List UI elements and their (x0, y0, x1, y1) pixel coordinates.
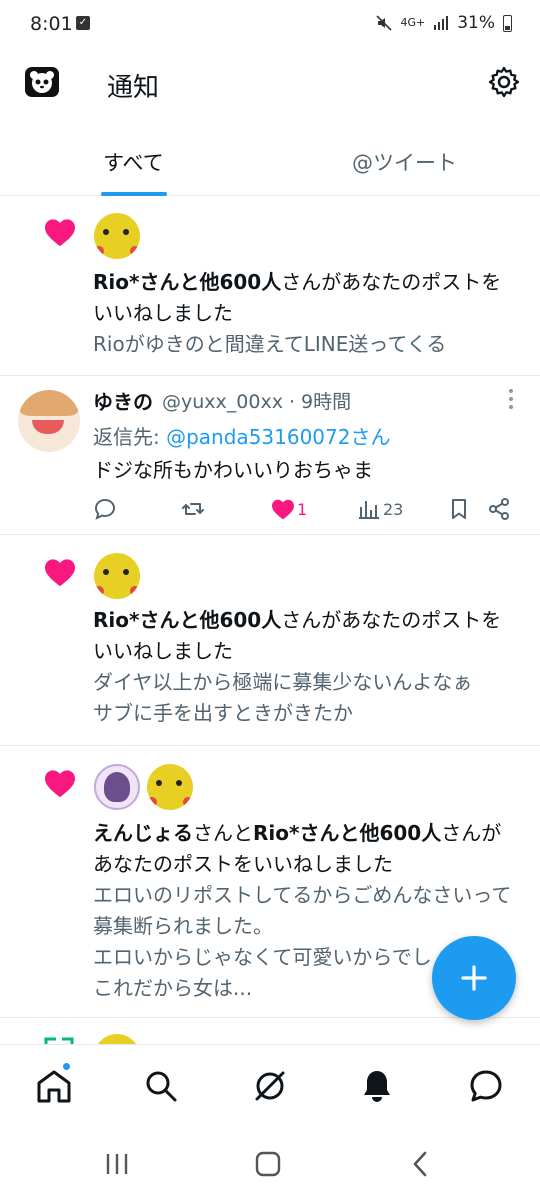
actor-names[interactable]: Rio*さんと他600人 (93, 270, 281, 294)
avatar[interactable] (94, 213, 140, 259)
status-indicators: 4G+ 31% (376, 13, 512, 33)
battery-percent: 31% (457, 13, 495, 33)
heart-icon (45, 219, 75, 247)
plus-icon (461, 965, 487, 991)
home-button-icon[interactable] (254, 1150, 282, 1178)
notification-text: Rio*さんと他600人さんがあなたのポストをいいねしました (93, 267, 513, 329)
panda-app-logo-icon[interactable] (25, 67, 59, 97)
back-icon[interactable] (407, 1150, 435, 1178)
new-posts-dot (62, 1062, 71, 1071)
page-title: 通知 (107, 73, 160, 103)
bookmark-button[interactable] (447, 494, 471, 524)
notification-text: Rio*さんと他600人さんがあなたのポストをいいねしました (93, 605, 513, 667)
active-tab-indicator (101, 192, 167, 196)
bookmark-icon (452, 499, 466, 519)
more-options-icon[interactable] (508, 388, 514, 410)
post-preview: Rioがゆきのと間違えてLINE送ってくる (93, 332, 447, 356)
notification-text: えんじょるさんとRio*さんと他600人さんがあなたのポストをいいねしました (93, 818, 513, 880)
like-button[interactable]: 1 (271, 494, 307, 524)
checkbox-notification-icon: ✓ (76, 16, 90, 30)
reply-button[interactable] (93, 494, 117, 524)
views-button[interactable]: 23 (357, 494, 403, 524)
reply-prefix: 返信先: (93, 425, 167, 449)
battery-icon (503, 14, 512, 32)
actor-names[interactable]: Rio*さんと他600人 (93, 608, 281, 632)
retweet-icon (44, 1037, 74, 1044)
tweet-actions: 1 23 (93, 494, 518, 524)
heart-filled-icon (272, 499, 294, 520)
network-label: 4G+ (400, 16, 426, 29)
compose-button[interactable] (432, 936, 516, 1020)
tweet-handle-time: @yuxx_00xx · 9時間 (162, 391, 352, 413)
home-icon[interactable] (35, 1067, 73, 1105)
bottom-nav (0, 1044, 540, 1126)
heart-icon (45, 559, 75, 587)
retweet-button[interactable] (181, 494, 205, 524)
partial-notification (0, 1018, 540, 1044)
search-icon[interactable] (142, 1067, 180, 1105)
notification-connector: さんと (193, 821, 253, 845)
avatar (94, 1034, 140, 1044)
tweet-text: ドジな所もかわいいりおちゃま (93, 458, 373, 482)
share-button[interactable] (487, 494, 511, 524)
bell-icon[interactable] (358, 1067, 396, 1105)
avatar[interactable] (94, 553, 140, 599)
system-nav-bar (0, 1126, 540, 1199)
actor-names[interactable]: Rio*さんと他600人 (253, 821, 441, 845)
reply-mention-link[interactable]: @panda53160072さん (166, 425, 390, 449)
retweet-icon (182, 503, 204, 515)
view-count: 23 (383, 499, 404, 519)
avatar[interactable] (18, 390, 80, 452)
heart-icon (45, 770, 75, 798)
notification-tabs: すべて @ツイート (0, 135, 540, 196)
recent-apps-icon[interactable] (103, 1150, 131, 1178)
reply-tweet[interactable]: ゆきの @yuxx_00xx · 9時間 返信先: @panda53160072… (0, 376, 540, 535)
like-notification[interactable]: Rio*さんと他600人さんがあなたのポストをいいねしました ダイヤ以上から極端… (0, 535, 540, 746)
share-icon (489, 498, 509, 520)
mute-icon (376, 15, 393, 31)
status-time: 8:01 (30, 13, 73, 35)
reply-icon (94, 498, 116, 520)
avatar[interactable] (147, 764, 193, 810)
grok-icon[interactable] (251, 1067, 289, 1105)
bar-chart-icon (359, 501, 379, 519)
header: 通知 (0, 50, 540, 120)
like-count: 1 (297, 499, 308, 519)
tweet-author-name[interactable]: ゆきの (93, 386, 153, 415)
avatar[interactable] (94, 764, 140, 810)
tab-all[interactable]: すべて (103, 147, 164, 177)
messages-icon[interactable] (467, 1067, 505, 1105)
gear-icon[interactable] (488, 66, 520, 98)
reply-to-line: 返信先: @panda53160072さん (93, 421, 390, 450)
post-preview: ダイヤ以上から極端に募集少ないんよなぁ サブに手を出すときがきたか (93, 670, 473, 725)
status-bar: 8:01 ✓ 4G+ 31% (0, 0, 540, 50)
tab-mentions[interactable]: @ツイート (352, 147, 457, 177)
actor-name[interactable]: えんじょる (93, 821, 193, 845)
signal-icon (434, 16, 449, 30)
like-notification[interactable]: Rio*さんと他600人さんがあなたのポストをいいねしました Rioがゆきのと間… (0, 197, 540, 376)
